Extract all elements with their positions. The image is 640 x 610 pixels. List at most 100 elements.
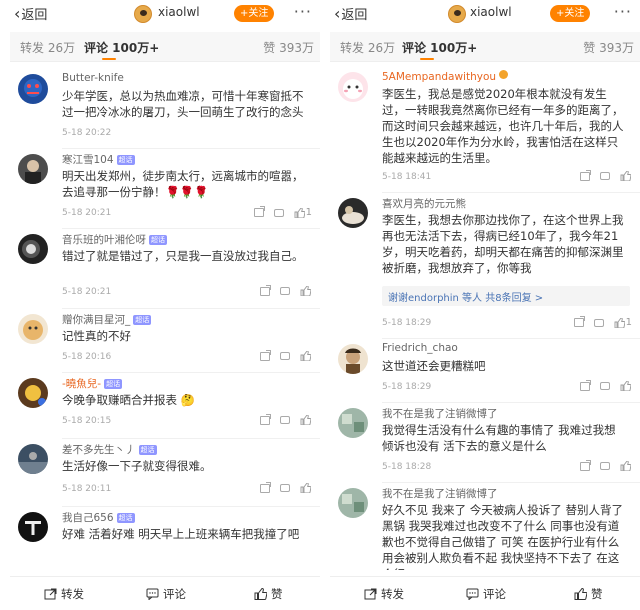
like-post-button[interactable]: 赞 [574, 586, 603, 602]
comment-username[interactable]: 我不在是我了注销微博了 [382, 486, 498, 501]
comment-time: 5-18 20:11 [62, 484, 112, 494]
comment-actions: 1 [573, 316, 632, 328]
like-button[interactable] [620, 171, 632, 181]
top-bar: ‹ 返回 xiaolwl +关注 ··· [10, 0, 320, 30]
comment-username[interactable]: 5AMempandawithyou [382, 70, 509, 83]
comment-username[interactable]: 我不在是我了注销微博了 [382, 406, 498, 421]
comment-username[interactable]: 音乐班的叶湘伦呀 超话 [62, 232, 167, 247]
author-avatar[interactable] [448, 5, 466, 23]
divider [62, 228, 320, 229]
avatar[interactable] [338, 72, 368, 102]
comment-username[interactable]: 寒江雪104 超话 [62, 152, 135, 167]
avatar[interactable] [338, 198, 368, 228]
user-badge: 超话 [133, 315, 152, 325]
comment-username[interactable]: 赠你满目星河_ 超话 [62, 312, 152, 327]
avatar[interactable] [18, 154, 48, 184]
tab-repost[interactable]: 转发 26万 [340, 39, 395, 56]
like-post-button[interactable]: 赞 [254, 586, 283, 602]
left-weibo-screen: ‹ 返回 xiaolwl +关注 ··· 转发 26万 评论 100万+ 赞 3… [10, 0, 320, 610]
username-text: 差不多先生丶丿 [62, 444, 136, 456]
reply-icon[interactable] [280, 484, 290, 492]
comment-text: 李医生，我想去你那边找你了，在这个世界上我再也无法活下去，得病已经10年了，我今… [382, 213, 624, 275]
like-button[interactable]: 1 [614, 317, 632, 328]
reply-icon[interactable] [280, 352, 290, 360]
avatar[interactable] [18, 74, 48, 104]
comment-button[interactable]: 评论 [146, 586, 186, 602]
more-icon[interactable]: ··· [614, 2, 632, 21]
tab-repost[interactable]: 转发 26万 [20, 39, 75, 56]
back-button[interactable]: ‹ 返回 [14, 4, 47, 23]
repost-icon [44, 588, 57, 600]
more-icon[interactable]: ··· [294, 2, 312, 21]
like-button[interactable] [300, 351, 312, 361]
comment-time: 5-18 20:22 [62, 128, 112, 138]
share-icon[interactable] [580, 379, 591, 391]
comment-username[interactable]: 差不多先生丶丿 超话 [62, 442, 157, 457]
like-button[interactable]: 1 [294, 207, 312, 218]
comment-username[interactable]: 我自己656 超话 [62, 510, 135, 525]
tab-comment[interactable]: 评论 100万+ [402, 39, 477, 56]
avatar[interactable] [338, 408, 368, 438]
follow-button[interactable]: +关注 [234, 5, 275, 22]
author-name[interactable]: xiaolwl [470, 5, 512, 19]
avatar[interactable] [338, 488, 368, 518]
like-count: 1 [305, 207, 312, 218]
share-icon[interactable] [260, 413, 271, 425]
like-button[interactable] [300, 483, 312, 493]
avatar[interactable] [18, 378, 48, 408]
tab-like[interactable]: 赞 393万 [263, 39, 314, 56]
reply-icon[interactable] [280, 287, 290, 295]
share-icon[interactable] [580, 459, 591, 471]
like-button[interactable] [620, 381, 632, 391]
comment-text: 今晚争取赚晒合并报表 🤔 [62, 393, 195, 407]
reply-icon[interactable] [600, 172, 610, 180]
comment-label: 评论 [163, 587, 186, 601]
author-avatar[interactable] [134, 5, 152, 23]
reply-icon[interactable] [593, 318, 604, 327]
back-label: 返回 [21, 8, 48, 23]
active-tab-indicator [102, 58, 116, 60]
comment-item: 喜欢月亮的元元熊 李医生，我想去你那边找你了，在这个世界上我再也无法活下去，得病… [330, 192, 640, 334]
back-button[interactable]: ‹ 返回 [334, 4, 367, 23]
comment-item: 我不在是我了注销微博了 我觉得生活没有什么有趣的事情了 我难过我想倾诉也没有 活… [330, 402, 640, 478]
like-button[interactable] [620, 461, 632, 471]
comment-username[interactable]: Friedrich_chao [382, 342, 458, 354]
avatar[interactable] [18, 512, 48, 542]
share-icon[interactable] [260, 349, 271, 361]
comment-actions [580, 169, 632, 181]
like-button[interactable] [300, 286, 312, 296]
share-icon[interactable] [573, 316, 585, 327]
share-icon[interactable] [260, 481, 271, 493]
avatar[interactable] [18, 234, 48, 264]
reply-icon[interactable] [280, 416, 290, 424]
share-icon[interactable] [260, 284, 271, 296]
share-icon[interactable] [253, 206, 265, 217]
reply-icon[interactable] [273, 208, 284, 217]
reply-icon[interactable] [600, 382, 610, 390]
comment-username[interactable]: 喜欢月亮的元元熊 [382, 196, 466, 211]
repost-button[interactable]: 转发 [44, 586, 84, 602]
author-name[interactable]: xiaolwl [158, 5, 200, 19]
follow-button[interactable]: +关注 [550, 5, 591, 22]
comment-button[interactable]: 评论 [466, 586, 506, 602]
thumb-up-icon [620, 381, 631, 391]
reply-icon[interactable] [600, 462, 610, 470]
replies-link[interactable]: 谢谢endorphin 等人 共8条回复 > [382, 286, 630, 306]
avatar[interactable] [338, 344, 368, 374]
share-icon[interactable] [580, 169, 591, 181]
tab-comment[interactable]: 评论 100万+ [84, 39, 159, 56]
comment-username[interactable]: Butter-knife [62, 72, 124, 84]
like-button[interactable] [300, 415, 312, 425]
bottom-action-bar: 转发 评论 赞 [10, 576, 320, 610]
user-badge: 超话 [116, 513, 135, 523]
repost-button[interactable]: 转发 [364, 586, 404, 602]
avatar[interactable] [18, 444, 48, 474]
comment-item: 音乐班的叶湘伦呀 超话 错过了就是错过了，只是我一直没放过我自己。 5-18 20… [10, 228, 320, 304]
comment-time: 5-18 18:28 [382, 462, 432, 472]
comment-item: 寒江雪104 超话 明天出发郑州，徒步南太行，远离城市的喧嚣，去追寻那一份宁静！🌹… [10, 148, 320, 224]
comment-time: 5-18 20:21 [62, 287, 112, 297]
comment-item: -曉魚兒- 超话 今晚争取赚晒合并报表 🤔 5-18 20:15 [10, 372, 320, 432]
comment-username[interactable]: -曉魚兒- 超话 [62, 376, 123, 391]
avatar[interactable] [18, 314, 48, 344]
tab-like[interactable]: 赞 393万 [583, 39, 634, 56]
